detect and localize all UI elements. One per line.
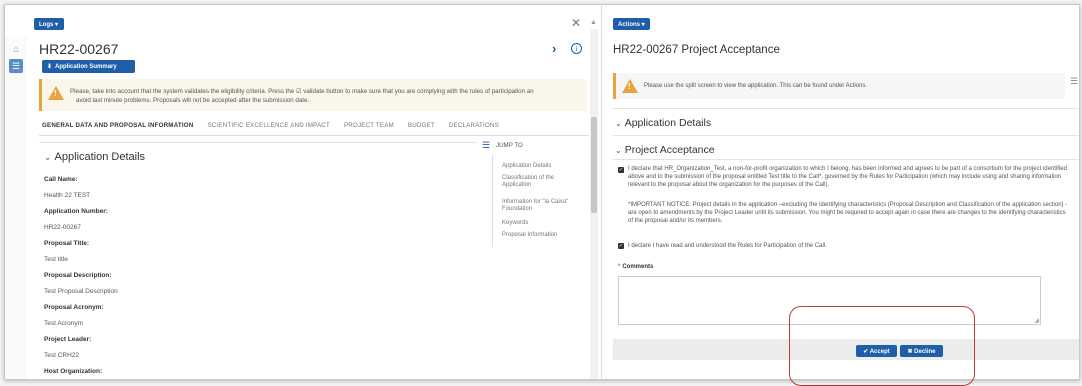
tab-project-team[interactable]: PROJECT TEAM: [344, 122, 394, 129]
jump-to-heading: JUMP TO: [496, 142, 523, 149]
project-acceptance-section-title: Project Acceptance: [624, 144, 715, 156]
tab-scientific-excellence[interactable]: SCIENTIFIC EXCELLENCE AND IMPACT: [207, 122, 330, 129]
warning-line-1: Please, take into account that the syste…: [70, 88, 534, 95]
declaration-checkbox-2[interactable]: ✓: [618, 243, 624, 249]
declaration-checkbox-1[interactable]: ✓: [618, 167, 624, 173]
comments-label: * Comments: [618, 264, 653, 270]
list-icon[interactable]: ☰: [1070, 76, 1078, 87]
field-value: Test title: [44, 256, 68, 263]
download-icon: ⬇: [47, 64, 53, 70]
field-label: Call Name:: [44, 176, 78, 183]
list-icon[interactable]: ☰: [482, 140, 490, 151]
field-value: Test Acronym: [44, 320, 84, 327]
chevron-down-icon: ⌄: [44, 152, 52, 162]
application-details-header[interactable]: ⌄ Application Details: [44, 151, 145, 163]
close-icon[interactable]: ✕: [571, 16, 581, 30]
project-acceptance-title: HR22-00267 Project Acceptance: [613, 44, 780, 56]
application-details-title: Application Details: [624, 117, 712, 129]
warning-icon: !: [622, 79, 638, 93]
home-icon[interactable]: ⌂: [9, 42, 23, 56]
field-label: Project Leader:: [44, 336, 92, 343]
chevron-down-icon: ⌄: [615, 146, 622, 155]
application-summary-label: Application Summary: [55, 63, 117, 70]
info-icon[interactable]: i: [571, 43, 582, 54]
tab-general-data[interactable]: GENERAL DATA AND PROPOSAL INFORMATION: [42, 122, 193, 129]
jump-link-classification[interactable]: Classification of the Application: [502, 175, 576, 189]
scrollbar-thumb[interactable]: [591, 117, 597, 213]
chevron-right-icon[interactable]: ›: [552, 41, 556, 56]
divider: [613, 135, 1079, 136]
jump-to-panel: Application Details Classification of th…: [492, 155, 580, 247]
divider: [613, 159, 1079, 160]
chevron-down-icon: ⌄: [615, 119, 622, 128]
required-marker: *: [618, 264, 621, 270]
field-value: HR22-00267: [44, 224, 81, 231]
section-tabs: GENERAL DATA AND PROPOSAL INFORMATION SC…: [42, 122, 499, 129]
field-label: Host Organization:: [44, 368, 103, 375]
split-screen-warning: ! Please use the split screen to view th…: [613, 73, 1065, 99]
warning-line-2: avoid last minute problems. Proposals wi…: [76, 97, 310, 104]
scroll-up-icon[interactable]: ▲: [590, 19, 597, 26]
resize-grip-icon[interactable]: ◢: [1034, 317, 1039, 324]
field-label: Proposal Description:: [44, 272, 112, 279]
tab-declarations[interactable]: DECLARATIONS: [449, 122, 499, 129]
application-title: HR22-00267: [39, 41, 119, 57]
left-rail: ⌂ ☰: [5, 37, 27, 379]
divider: [613, 108, 1079, 109]
jump-link-proposal-information[interactable]: Proposal Information: [502, 232, 576, 239]
application-summary-button[interactable]: ⬇ Application Summary: [42, 60, 135, 73]
field-label: Proposal Title:: [44, 240, 90, 247]
logs-button[interactable]: Logs ▾: [34, 18, 64, 30]
field-value: Test Proposal Description: [44, 288, 118, 295]
jump-link-keywords[interactable]: Keywords: [502, 220, 576, 227]
eligibility-warning: ! Please, take into account that the sys…: [39, 79, 587, 111]
warning-icon: !: [48, 86, 64, 100]
field-value: Test CRH22: [44, 352, 80, 359]
declaration-text-2: I declare I have read and understood the…: [628, 243, 827, 249]
warning-text: Please use the split screen to view the …: [644, 83, 868, 89]
declaration-text-1: I declare that HR_Organization_Test, a n…: [628, 166, 1067, 188]
field-value: Health 22 TEST: [44, 192, 91, 199]
left-pane: ⌂ ☰ Logs ▾ ✕ ▲ HR22-00267 › i ⬇ Applicat…: [5, 5, 601, 379]
jump-link-application-details[interactable]: Application Details: [502, 163, 576, 170]
important-notice: *IMPORTANT NOTICE: Project details in th…: [628, 202, 1068, 224]
warning-text: Please, take into account that the syste…: [70, 87, 590, 105]
project-acceptance-header[interactable]: ⌄ Project Acceptance: [615, 144, 715, 156]
field-label: Proposal Acronym:: [44, 304, 104, 311]
application-details-title: Application Details: [54, 151, 146, 163]
tab-budget[interactable]: BUDGET: [408, 122, 435, 129]
jump-link-la-caixa[interactable]: Information for "la Caixa" Foundation: [502, 199, 576, 213]
tabs-divider: [39, 135, 589, 136]
actions-button[interactable]: Actions ▾: [613, 18, 650, 30]
field-label: Application Number:: [44, 208, 108, 215]
database-icon[interactable]: ☰: [9, 59, 23, 73]
application-details-header[interactable]: ⌄ Application Details: [615, 117, 711, 129]
comments-label-text: Comments: [622, 264, 654, 270]
application-details-section: ⌄ Application Details Call Name: Health 2…: [39, 142, 477, 379]
highlight-annotation: [789, 306, 975, 386]
